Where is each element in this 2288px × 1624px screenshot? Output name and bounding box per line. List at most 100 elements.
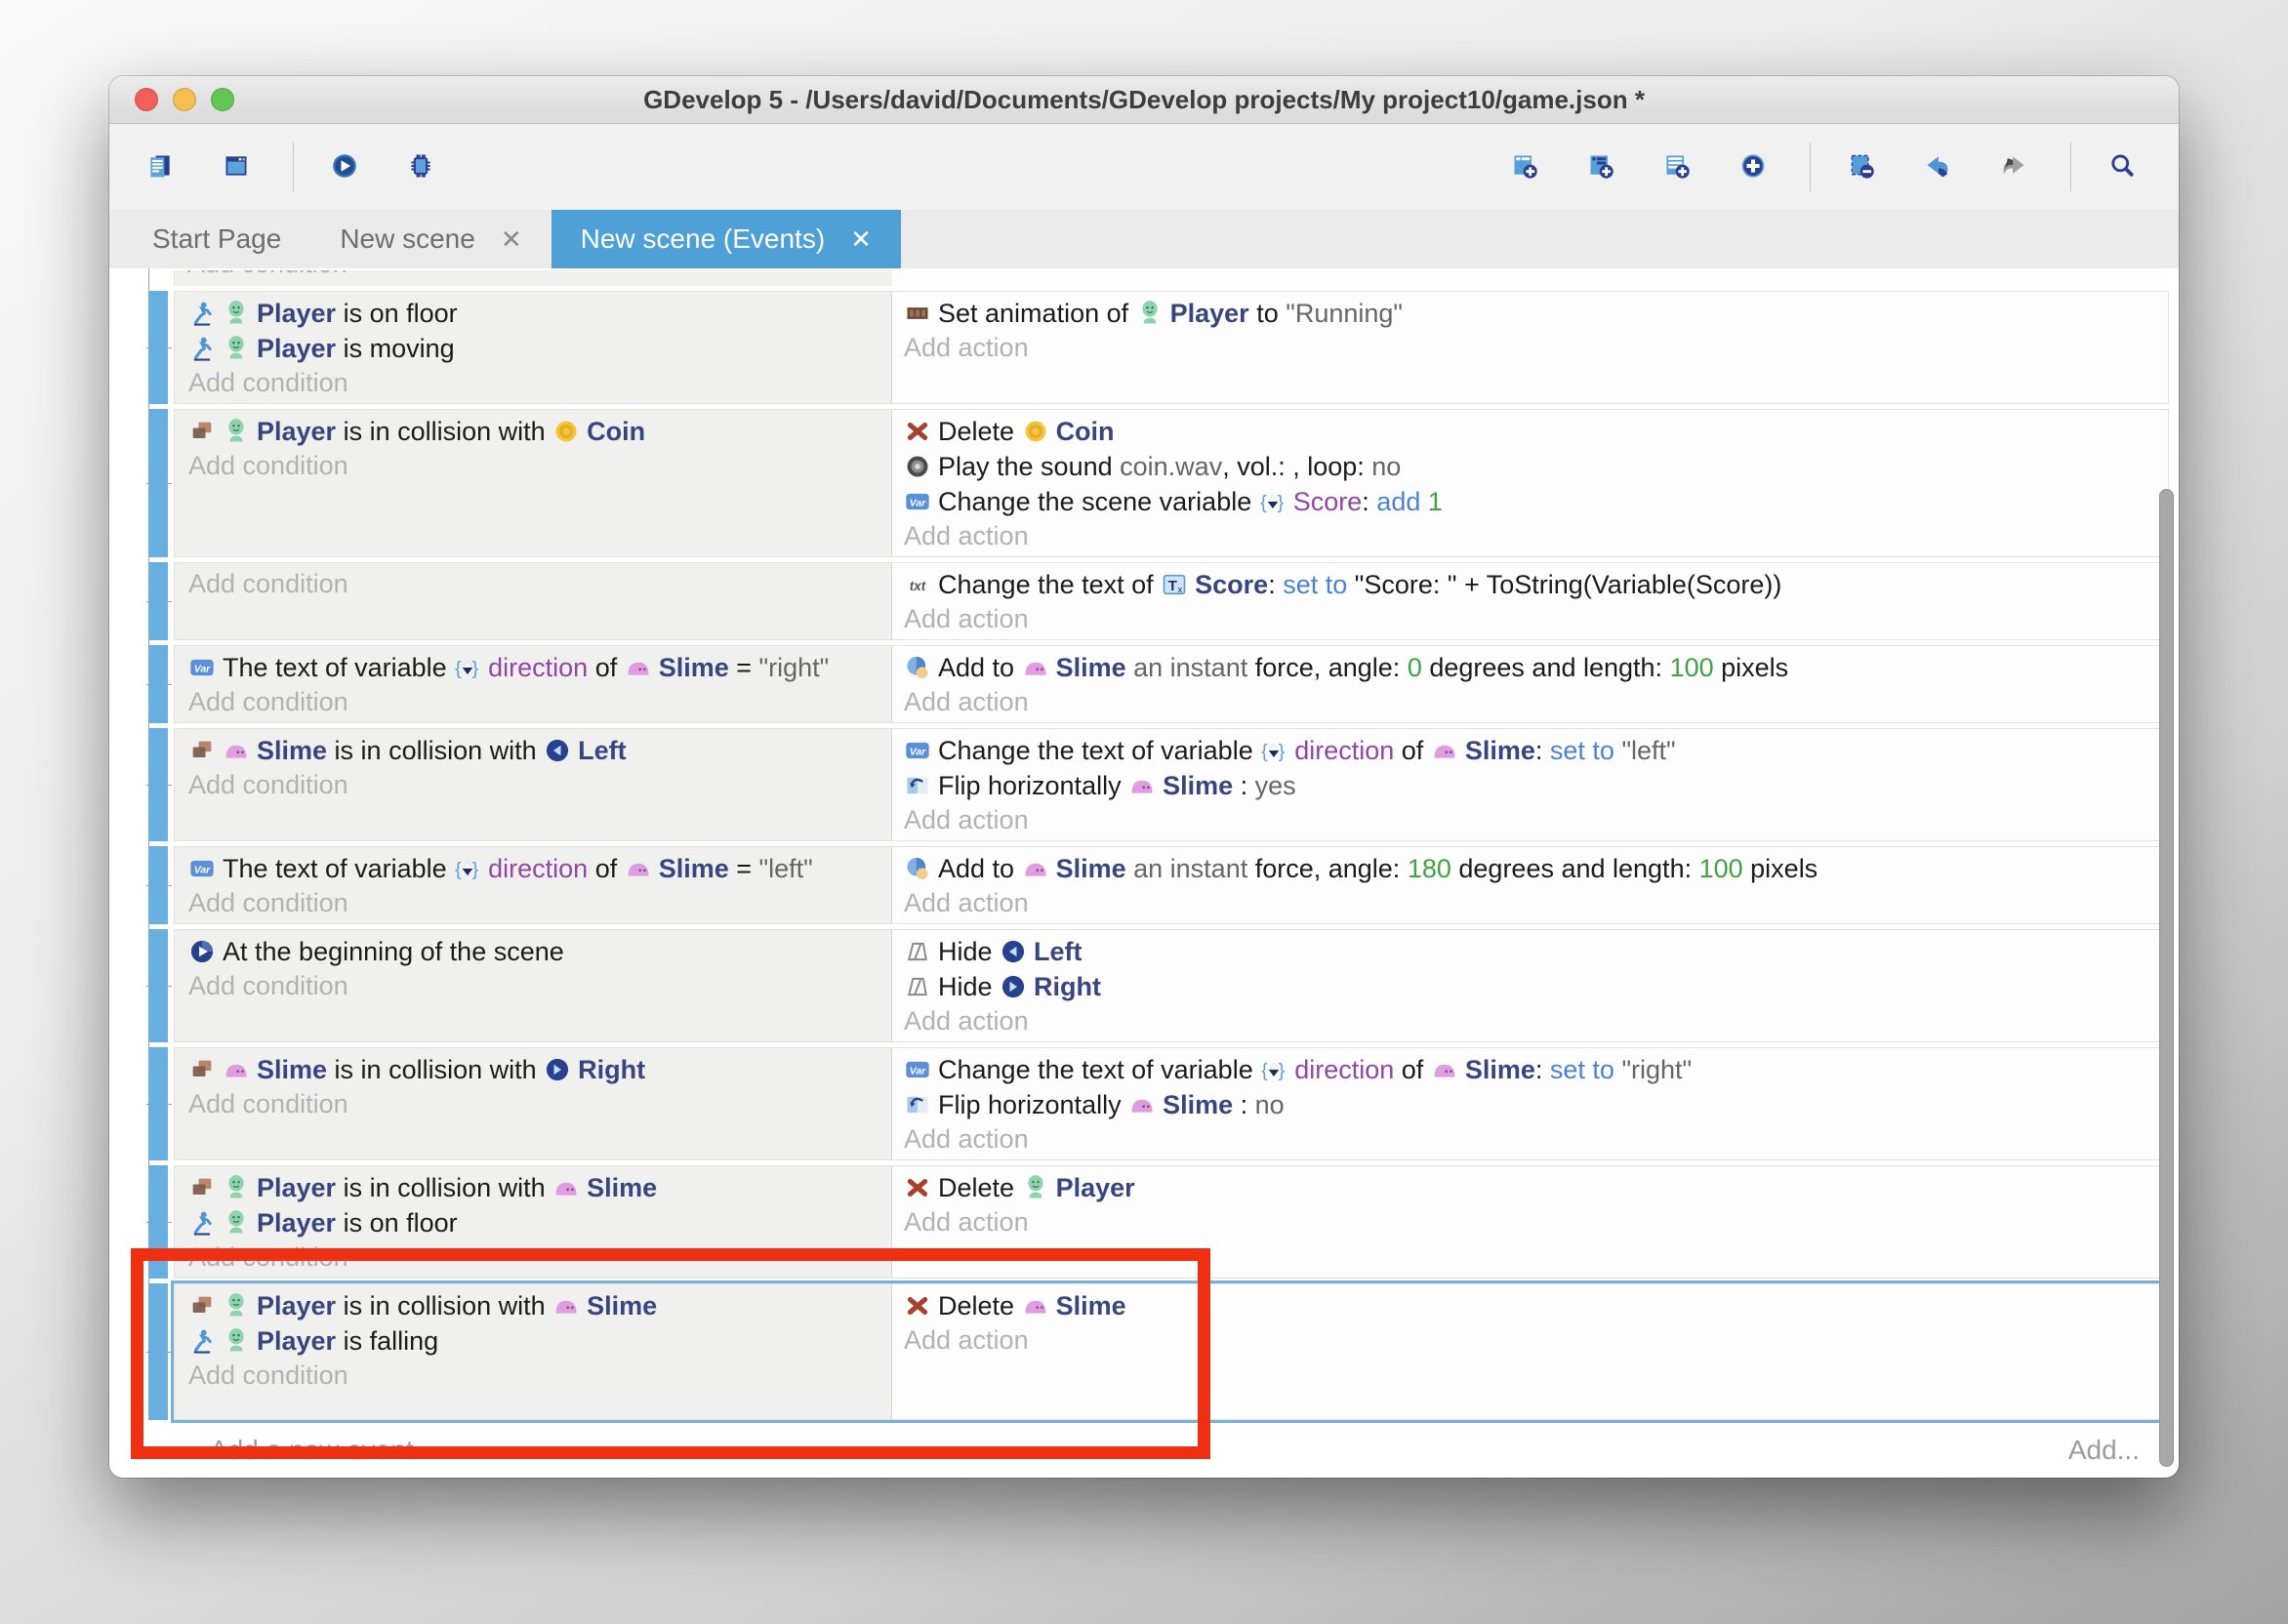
- condition[interactable]: Player is in collision with Slime: [188, 1170, 891, 1205]
- condition[interactable]: Slime is in collision with Left: [188, 733, 891, 768]
- action[interactable]: Delete Slime: [904, 1288, 2168, 1323]
- action[interactable]: VarChange the scene variable {}Score: ad…: [904, 484, 2168, 519]
- close-tab-icon[interactable]: ✕: [501, 224, 522, 255]
- add-condition-button[interactable]: Add condition: [188, 886, 891, 919]
- events-list: Player is on floorPlayer is movingAdd co…: [174, 291, 2169, 1420]
- add-comment-button[interactable]: [1652, 139, 1708, 195]
- add-action-button[interactable]: Add action: [904, 803, 2168, 836]
- condition-text: =: [729, 854, 759, 884]
- undo-button[interactable]: [1912, 139, 1969, 195]
- action[interactable]: VarChange the text of variable {}directi…: [904, 733, 2168, 768]
- action[interactable]: Flip horizontally Slime : no: [904, 1087, 2168, 1122]
- flip-icon: [904, 1091, 931, 1118]
- event-row[interactable]: Player is in collision with SlimePlayer …: [174, 1283, 2169, 1420]
- vertical-scrollbar-thumb[interactable]: [2159, 489, 2174, 1467]
- minimize-window-button[interactable]: [173, 88, 196, 111]
- debug-button[interactable]: [395, 139, 452, 195]
- action[interactable]: Flip horizontally Slime : yes: [904, 768, 2168, 803]
- add-condition-button[interactable]: Add condition: [188, 1359, 891, 1392]
- action[interactable]: Add to Slime an instant force, angle: 0 …: [904, 650, 2168, 685]
- condition[interactable]: VarThe text of variable {}direction of S…: [188, 650, 891, 685]
- add-action-button[interactable]: Add action: [904, 1205, 2168, 1238]
- add-condition-button[interactable]: Add condition: [188, 1240, 891, 1274]
- condition[interactable]: Player is moving: [188, 331, 891, 366]
- add-condition-button[interactable]: Add condition: [188, 969, 891, 1002]
- event-row[interactable]: Slime is in collision with RightAdd cond…: [174, 1047, 2169, 1160]
- add-button[interactable]: Add...: [2068, 1435, 2140, 1466]
- txt-icon: txt: [904, 571, 931, 598]
- condition[interactable]: Player is in collision with Slime: [188, 1288, 891, 1323]
- project-manager-button[interactable]: [135, 139, 191, 195]
- condition[interactable]: VarThe text of variable {}direction of S…: [188, 851, 891, 886]
- add-action-button[interactable]: Add action: [904, 1323, 2168, 1357]
- action[interactable]: txtChange the text of TxScore: set to "S…: [904, 567, 2168, 602]
- player-icon: [223, 1209, 250, 1237]
- tab-new-scene-events[interactable]: New scene (Events) ✕: [552, 210, 901, 268]
- event-selection-bar: [148, 1283, 168, 1420]
- condition[interactable]: Slime is in collision with Right: [188, 1052, 891, 1087]
- action[interactable]: Add to Slime an instant force, angle: 18…: [904, 851, 2168, 886]
- add-condition-button[interactable]: Add condition: [188, 685, 891, 718]
- desktop-background: GDevelop 5 - /Users/david/Documents/GDev…: [0, 0, 2288, 1624]
- tab-start-page[interactable]: Start Page: [123, 210, 310, 268]
- condition[interactable]: At the beginning of the scene: [188, 934, 891, 969]
- add-action-button[interactable]: Add action: [904, 602, 2168, 635]
- var-icon: Var: [188, 855, 216, 882]
- event-row[interactable]: At the beginning of the sceneAdd conditi…: [174, 929, 2169, 1042]
- add-action-button[interactable]: Add action: [904, 685, 2168, 718]
- event-row[interactable]: Add condition txtChange the text of TxSco…: [174, 562, 2169, 640]
- condition[interactable]: Player is falling: [188, 1323, 891, 1359]
- action-text: "Running": [1286, 299, 1403, 329]
- add-action-button[interactable]: Add action: [904, 331, 2168, 364]
- close-tab-icon[interactable]: ✕: [850, 224, 872, 255]
- event-row[interactable]: VarThe text of variable {}direction of S…: [174, 846, 2169, 924]
- action[interactable]: Delete Coin: [904, 414, 2168, 449]
- condition[interactable]: Player is on floor: [188, 296, 891, 331]
- event-row[interactable]: Player is in collision with CoinAdd cond…: [174, 409, 2169, 557]
- collision-icon: [188, 1056, 216, 1083]
- add-circle-button[interactable]: [1728, 139, 1784, 195]
- add-action-button[interactable]: Add action: [904, 519, 2168, 552]
- add-condition-button[interactable]: Add condition: [187, 270, 347, 279]
- add-condition-button[interactable]: Add condition: [188, 449, 891, 482]
- play-icon: [331, 152, 358, 180]
- add-new-event-button[interactable]: Add a new event: [210, 1435, 414, 1466]
- event-selection-bar: [148, 846, 168, 924]
- action[interactable]: Play the sound coin.wav, vol.: , loop: n…: [904, 449, 2168, 484]
- add-condition-button[interactable]: Add condition: [188, 768, 891, 801]
- varbadge-icon: {}: [1260, 1056, 1287, 1083]
- add-action-button[interactable]: Add action: [904, 1004, 2168, 1037]
- action[interactable]: Hide Right: [904, 969, 2168, 1004]
- action[interactable]: Set animation of Player to "Running": [904, 296, 2168, 331]
- event-row[interactable]: Player is in collision with SlimePlayer …: [174, 1165, 2169, 1279]
- zoom-window-button[interactable]: [211, 88, 234, 111]
- condition-text: is in collision with: [327, 1055, 544, 1085]
- action[interactable]: VarChange the text of variable {}directi…: [904, 1052, 2168, 1087]
- action[interactable]: Delete Player: [904, 1170, 2168, 1205]
- tree-corner: [148, 1450, 173, 1451]
- add-condition-button[interactable]: Add condition: [188, 567, 891, 600]
- add-action-button[interactable]: Add action: [904, 1122, 2168, 1156]
- events-sheet: Add condition Player is on floorPlayer i…: [109, 268, 2179, 1478]
- add-condition-button[interactable]: Add condition: [188, 366, 891, 399]
- scene-editor-button[interactable]: [211, 139, 267, 195]
- delete-event-button[interactable]: [1836, 139, 1893, 195]
- add-subevent-button[interactable]: [1575, 139, 1632, 195]
- event-row[interactable]: Slime is in collision with LeftAdd condi…: [174, 728, 2169, 841]
- action[interactable]: Hide Left: [904, 934, 2168, 969]
- tab-new-scene[interactable]: New scene ✕: [310, 210, 551, 268]
- condition-text: "right": [759, 653, 830, 683]
- add-action-button[interactable]: Add action: [904, 886, 2168, 919]
- action-text: Set animation of: [938, 299, 1136, 329]
- close-window-button[interactable]: [135, 88, 158, 111]
- event-row[interactable]: Player is on floorPlayer is movingAdd co…: [174, 291, 2169, 404]
- condition[interactable]: Player is in collision with Coin: [188, 414, 891, 449]
- add-event-button[interactable]: [1499, 139, 1556, 195]
- search-button[interactable]: [2097, 139, 2153, 195]
- redo-button[interactable]: [1988, 139, 2045, 195]
- event-row[interactable]: VarThe text of variable {}direction of S…: [174, 645, 2169, 723]
- condition[interactable]: Player is on floor: [188, 1205, 891, 1240]
- play-button[interactable]: [319, 139, 376, 195]
- condition-text: Left: [578, 736, 627, 766]
- add-condition-button[interactable]: Add condition: [188, 1087, 891, 1120]
